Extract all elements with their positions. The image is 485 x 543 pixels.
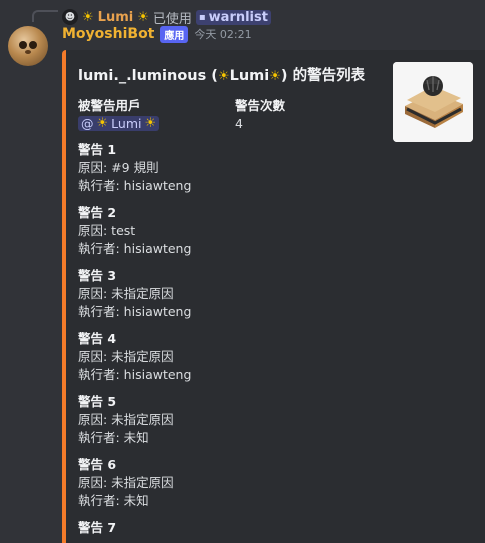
warning-entry: 警告 3 原因: 未指定原因 執行者: hisiawteng [78,267,475,321]
avatar-eye [29,41,37,49]
reply-username[interactable]: Lumi [98,10,134,25]
warning-title: 警告 3 [78,268,117,283]
warning-executor: 執行者: hisiawteng [78,367,192,382]
field-name: 被警告用戶 [78,98,141,113]
sun-icon: ☀ [217,69,230,84]
warning-entry: 警告 5 原因: 未指定原因 執行者: 未知 [78,393,475,447]
field-value: @ ☀ Lumi ☀ [78,116,235,131]
title-prefix: lumi._.luminous ( [78,68,218,84]
warning-reason: 原因: 未指定原因 [78,412,174,427]
warning-entry: 警告 6 原因: 未指定原因 執行者: 未知 [78,456,475,510]
title-name: Lumi [229,68,270,84]
warning-title: 警告 5 [78,394,117,409]
command-name: warnlist [208,9,268,25]
field-warned-user: 被警告用戶 @ ☀ Lumi ☀ [78,95,235,131]
bot-face-icon: ☻ [62,9,78,25]
warning-entry: 警告 7 [78,519,475,537]
sun-icon: ☀ [96,116,109,131]
sun-icon: ☀ [137,9,149,25]
app-badge: 應用 [160,25,189,43]
warning-title: 警告 7 [78,520,117,535]
user-mention[interactable]: @ ☀ Lumi ☀ [78,116,160,131]
author-name[interactable]: MoyoshiBot [62,26,154,42]
warning-title: 警告 4 [78,331,117,346]
avatar-eye [19,41,27,49]
sun-icon: ☀ [269,69,281,84]
command-chip[interactable]: ▪ warnlist [195,9,271,25]
sandwich-icon[interactable] [393,62,473,142]
field-warn-count: 警告次數 4 [235,95,392,131]
warning-reason: 原因: #9 規則 [78,160,159,175]
mention-at: @ [81,116,94,131]
warning-executor: 執行者: hisiawteng [78,241,192,256]
warning-reason: 原因: 未指定原因 [78,349,174,364]
warning-reason: 原因: 未指定原因 [78,286,174,301]
warning-executor: 執行者: 未知 [78,430,149,445]
warning-entry: 警告 1 原因: #9 規則 執行者: hisiawteng [78,141,475,195]
warning-executor: 執行者: 未知 [78,493,149,508]
warning-executor: 執行者: hisiawteng [78,304,192,319]
avatar[interactable] [8,26,48,66]
warning-entry: 警告 4 原因: 未指定原因 執行者: hisiawteng [78,330,475,384]
message-header: MoyoshiBot 應用 今天 02:21 [62,24,252,44]
warning-reason: 原因: 未指定原因 [78,475,174,490]
warning-reason: 原因: test [78,223,136,238]
slash-command-icon: ▪ [198,11,206,23]
sun-icon: ☀ [82,9,94,25]
warning-title: 警告 6 [78,457,117,472]
warning-executor: 執行者: hisiawteng [78,178,192,193]
warn-list-embed: lumi._.luminous (☀Lumi☀) 的警告列表 被警告用戶 @ ☀… [62,50,485,543]
warning-title: 警告 1 [78,142,117,157]
timestamp[interactable]: 今天 02:21 [194,26,251,42]
mention-name: Lumi [111,116,142,131]
title-suffix: ) 的警告列表 [280,68,366,84]
sun-icon: ☀ [144,116,157,131]
field-value: 4 [235,116,243,131]
warning-title: 警告 2 [78,205,117,220]
avatar-nose [25,50,31,54]
field-name: 警告次數 [235,98,286,113]
warning-entry: 警告 2 原因: test 執行者: hisiawteng [78,204,475,258]
